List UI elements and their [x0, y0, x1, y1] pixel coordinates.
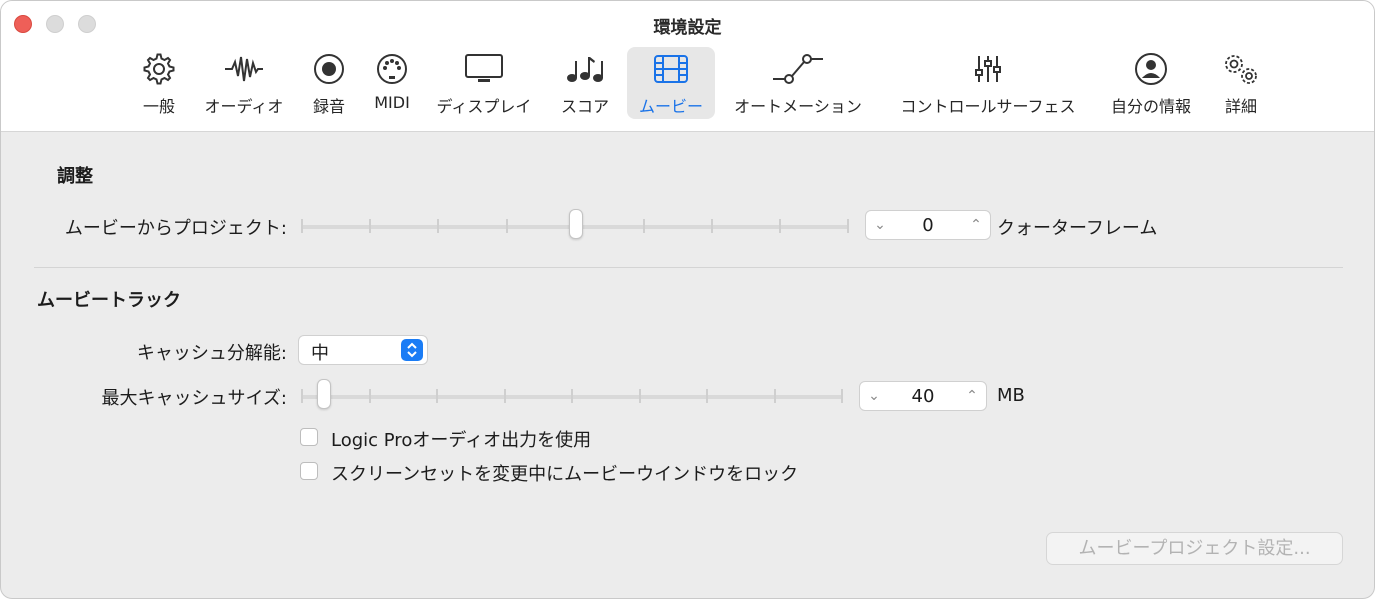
tab-record[interactable]: 録音 [304, 47, 354, 119]
gear-icon [142, 51, 176, 87]
max-cache-size-label: 最大キャッシュサイズ: [101, 388, 287, 409]
max-cache-size-slider[interactable] [301, 379, 843, 409]
title-bar: 環境設定 一般 オーディオ 録音 MIDI ディスプレイ スコア ムービー オー… [1, 1, 1374, 132]
cache-size-unit: MB [997, 385, 1025, 406]
use-logic-audio-label[interactable]: Logic Proオーディオ出力を使用 [331, 426, 591, 452]
cache-resolution-label: キャッシュ分解能: [136, 343, 287, 364]
window-title: 環境設定 [653, 18, 722, 38]
slider-tick [706, 389, 708, 403]
tab-movie[interactable]: ムービー [627, 47, 715, 119]
movie-project-settings-button[interactable]: ムービープロジェクト設定... [1046, 532, 1343, 565]
tab-general[interactable]: 一般 [132, 47, 186, 119]
monitor-icon [464, 51, 504, 87]
slider-tick [779, 219, 781, 233]
record-icon [313, 51, 345, 87]
slider-tick [504, 389, 506, 403]
tab-score[interactable]: スコア [554, 47, 616, 119]
cache-resolution-popup[interactable]: 中 [298, 335, 428, 365]
slider-tick [369, 389, 371, 403]
movie-to-project-stepper[interactable]: ⌄ 0 ⌃ [865, 210, 991, 240]
max-cache-size-stepper[interactable]: ⌄ 40 ⌃ [859, 381, 987, 411]
up-down-chevron-icon[interactable] [401, 339, 423, 361]
slider-tick [436, 389, 438, 403]
tab-audio[interactable]: オーディオ [197, 47, 291, 119]
tab-control-surfaces[interactable]: コントロールサーフェス [889, 47, 1087, 119]
slider-tick [301, 389, 303, 403]
slider-knob[interactable] [317, 379, 331, 409]
automation-curve-icon [771, 51, 825, 87]
stepper-value[interactable]: 0 [894, 215, 962, 236]
section-divider [34, 267, 1343, 268]
movie-to-project-slider[interactable] [301, 209, 849, 239]
slider-tick [841, 389, 843, 403]
tab-my-info[interactable]: 自分の情報 [1101, 47, 1201, 119]
use-logic-audio-checkbox[interactable] [300, 428, 318, 446]
tab-display[interactable]: ディスプレイ [429, 47, 539, 119]
music-notes-icon [565, 51, 605, 87]
quarter-frame-unit: クォーターフレーム [997, 218, 1158, 239]
slider-tick [506, 219, 508, 233]
slider-knob[interactable] [569, 209, 583, 239]
tab-automation[interactable]: オートメーション [726, 47, 870, 119]
slider-tick [301, 219, 303, 233]
slider-tick [847, 219, 849, 233]
chevron-down-icon[interactable]: ⌄ [866, 217, 894, 233]
slider-tick [643, 219, 645, 233]
chevron-down-icon[interactable]: ⌄ [860, 388, 888, 404]
lock-movie-window-checkbox[interactable] [300, 462, 318, 480]
slider-tick [774, 389, 776, 403]
movie-track-section-title: ムービートラック [37, 290, 181, 311]
waveform-icon [224, 51, 264, 87]
slider-tick [711, 219, 713, 233]
lock-movie-window-label[interactable]: スクリーンセットを変更中にムービーウインドウをロック [331, 460, 798, 486]
stepper-value[interactable]: 40 [888, 386, 958, 407]
chevron-up-icon[interactable]: ⌃ [962, 217, 990, 233]
film-icon [652, 51, 690, 87]
movie-to-project-label: ムービーからプロジェクト: [64, 218, 287, 239]
slider-tick [369, 219, 371, 233]
popup-value: 中 [311, 343, 329, 364]
slider-tick [571, 389, 573, 403]
slider-tick [639, 389, 641, 403]
tab-advanced[interactable]: 詳細 [1213, 47, 1269, 119]
person-icon [1134, 51, 1168, 87]
slider-tick [437, 219, 439, 233]
midi-port-icon [376, 51, 408, 87]
preferences-window: 環境設定 一般 オーディオ 録音 MIDI ディスプレイ スコア ムービー オー… [0, 0, 1375, 599]
faders-icon [972, 51, 1004, 87]
gears-icon [1221, 51, 1261, 87]
chevron-up-icon[interactable]: ⌃ [958, 388, 986, 404]
adjust-section-title: 調整 [57, 166, 93, 187]
tab-midi[interactable]: MIDI [367, 47, 417, 119]
